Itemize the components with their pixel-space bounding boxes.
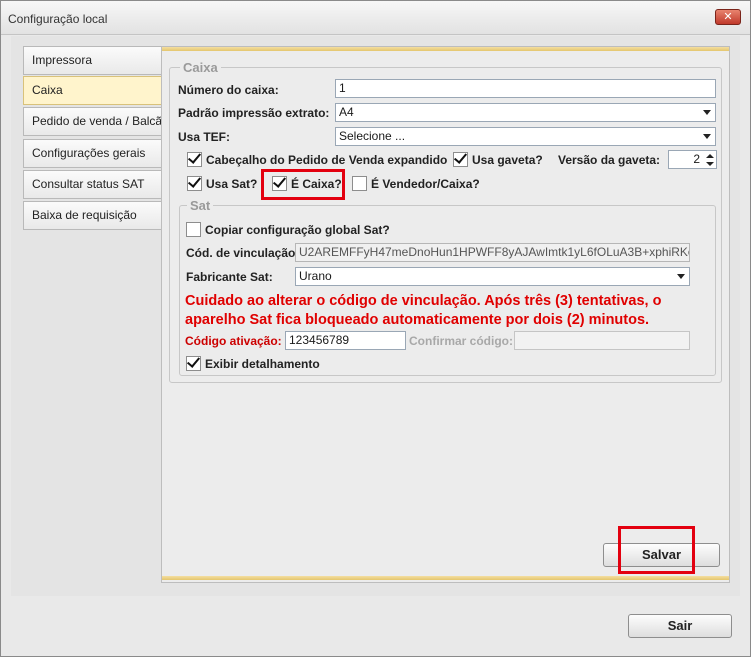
tab-label: Configurações gerais — [32, 146, 146, 160]
tab-label: Baixa de requisição — [32, 208, 137, 222]
cabecalho-checkbox[interactable] — [187, 150, 202, 167]
codigo-ativacao-input[interactable]: 123456789 — [285, 331, 406, 350]
exibir-detalhamento-label: Exibir detalhamento — [205, 357, 320, 371]
window-title: Configuração local — [8, 12, 108, 26]
numero-caixa-label: Número do caixa: — [178, 83, 279, 97]
copiar-config-label: Copiar configuração global Sat? — [205, 223, 390, 237]
vinculacao-warning: Cuidado ao alterar o código de vinculaçã… — [185, 292, 661, 330]
check-icon — [187, 174, 202, 188]
e-vendedor-checkbox[interactable] — [352, 176, 367, 191]
close-icon: ✕ — [723, 11, 733, 23]
vinculacao-input[interactable]: U2AREMFFyH47meDnoHun1HPWFF8yAJAwImtk1yL6… — [295, 243, 690, 262]
chevron-down-icon — [677, 274, 685, 279]
tab-caixa[interactable]: Caixa — [23, 76, 162, 105]
warning-line-1: Cuidado ao alterar o código de vinculaçã… — [185, 293, 662, 309]
check-icon — [187, 150, 202, 164]
warning-line-2: aparelho Sat fica bloqueado automaticame… — [185, 312, 650, 328]
usa-tef-select[interactable]: Selecione ... — [335, 127, 716, 146]
codigo-ativacao-value: 123456789 — [289, 333, 350, 347]
salvar-label: Salvar — [641, 547, 682, 562]
usa-sat-label: Usa Sat? — [206, 177, 258, 191]
config-window: Configuração local ✕ Impressora Caixa Pe… — [0, 0, 751, 657]
vinculacao-value: U2AREMFFyH47meDnoHun1HPWFF8yAJAwImtk1yL6… — [299, 245, 690, 259]
numero-caixa-value: 1 — [339, 81, 346, 95]
caixa-panel: Caixa Número do caixa: 1 Padrão impressã… — [161, 46, 730, 583]
copiar-config-checkbox[interactable] — [186, 222, 201, 237]
tab-label: Impressora — [32, 53, 93, 67]
main-area: Impressora Caixa Pedido de venda / Balcã… — [11, 36, 740, 596]
vinculacao-label: Cód. de vinculação: — [186, 246, 300, 260]
confirmar-codigo-label: Confirmar código: — [409, 334, 513, 348]
usa-gaveta-label: Usa gaveta? — [472, 153, 543, 167]
title-bar: Configuração local ✕ — [1, 1, 750, 35]
caixa-group-title: Caixa — [180, 60, 221, 75]
versao-gaveta-spinner[interactable]: 2 — [668, 150, 717, 169]
check-icon — [453, 150, 468, 164]
versao-gaveta-label: Versão da gaveta: — [558, 153, 661, 167]
tab-baixa-requisicao[interactable]: Baixa de requisição — [23, 201, 161, 230]
tab-consultar-status-sat[interactable]: Consultar status SAT — [23, 170, 161, 199]
sair-label: Sair — [667, 618, 693, 633]
sat-group-title: Sat — [187, 198, 214, 213]
versao-gaveta-value: 2 — [693, 152, 700, 166]
close-button[interactable]: ✕ — [715, 9, 741, 25]
tab-configuracoes-gerais[interactable]: Configurações gerais — [23, 139, 161, 168]
check-icon — [272, 174, 287, 188]
chevron-down-icon — [703, 110, 711, 115]
padrao-impressao-label: Padrão impressão extrato: — [178, 106, 330, 120]
salvar-button[interactable]: Salvar — [603, 543, 720, 567]
panel-top-accent — [162, 47, 729, 51]
spin-up-icon[interactable] — [706, 154, 714, 158]
fabricante-value: Urano — [299, 269, 332, 283]
padrao-impressao-select[interactable]: A4 — [335, 103, 716, 122]
spin-down-icon[interactable] — [706, 162, 714, 166]
fabricante-select[interactable]: Urano — [295, 267, 690, 286]
tab-pedido-venda[interactable]: Pedido de venda / Balcão — [23, 107, 161, 136]
usa-gaveta-checkbox[interactable] — [453, 150, 468, 167]
padrao-impressao-value: A4 — [339, 105, 354, 119]
cabecalho-label: Cabeçalho do Pedido de Venda expandido — [206, 153, 448, 167]
usa-sat-checkbox[interactable] — [187, 174, 202, 191]
codigo-ativacao-label: Código ativação: — [185, 334, 282, 348]
confirmar-codigo-input[interactable] — [514, 331, 690, 350]
usa-tef-value: Selecione ... — [339, 129, 406, 143]
chevron-down-icon — [703, 134, 711, 139]
e-vendedor-label: É Vendedor/Caixa? — [371, 177, 480, 191]
e-caixa-checkbox[interactable] — [272, 174, 287, 191]
check-icon — [186, 354, 201, 368]
tab-label: Consultar status SAT — [32, 177, 145, 191]
exibir-detalhamento-checkbox[interactable] — [186, 354, 201, 371]
numero-caixa-input[interactable]: 1 — [335, 79, 716, 98]
fabricante-label: Fabricante Sat: — [186, 270, 273, 284]
e-caixa-label: É Caixa? — [291, 177, 342, 191]
usa-tef-label: Usa TEF: — [178, 130, 231, 144]
sair-button[interactable]: Sair — [628, 614, 732, 638]
panel-bottom-accent — [162, 576, 729, 580]
tab-impressora[interactable]: Impressora — [23, 46, 161, 75]
tab-label: Caixa — [32, 83, 63, 97]
tab-label: Pedido de venda / Balcão — [32, 114, 161, 128]
